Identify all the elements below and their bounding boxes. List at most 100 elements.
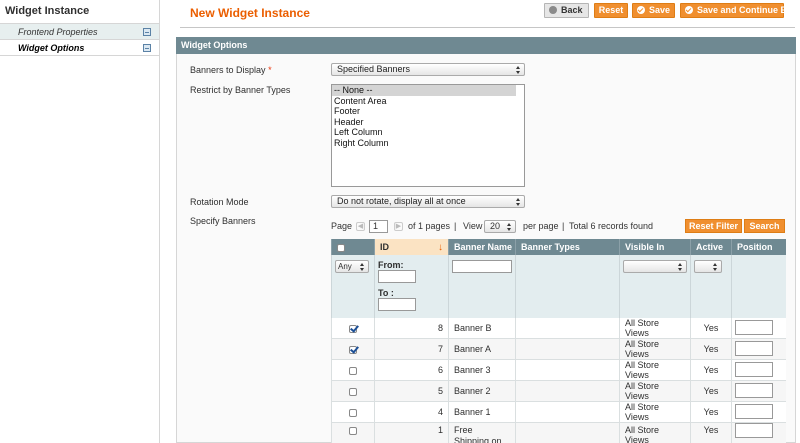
id-to-input[interactable] [378,298,416,311]
select-all-checkbox[interactable] [337,243,345,252]
specify-banners-label: Specify Banners [190,216,256,226]
row-active: Yes [690,318,732,339]
per-page-label: per page [523,221,559,231]
separator: | [562,221,565,231]
select-arrows-icon [516,66,521,74]
row-banner-name: Banner 2 [448,380,516,402]
in-products-filter-select[interactable]: Any [335,260,369,273]
banner-name-filter-input[interactable] [452,260,512,273]
check-icon [637,6,645,14]
row-checkbox[interactable] [349,324,357,333]
table-row[interactable]: 7 Banner A All Store Views Yes [331,338,786,360]
separator: | [454,221,457,231]
per-page-select[interactable]: 20 [484,220,516,233]
row-checkbox[interactable] [349,366,357,375]
row-visible-in: All Store Views [619,422,691,443]
page-input[interactable]: 1 [369,220,388,233]
row-visible-in: All Store Views [619,401,691,423]
position-input[interactable] [735,340,773,356]
row-active: Yes [690,380,732,402]
to-label: To : [378,288,394,298]
row-id: 6 [374,359,449,381]
sidebar-item-widget-options[interactable]: Widget Options [0,40,159,56]
row-banner-types [515,401,620,423]
check-icon [685,6,693,14]
multiselect-option[interactable]: Footer [332,106,524,117]
save-button[interactable]: Save [632,3,675,18]
divider [180,27,795,28]
position-input[interactable] [735,361,773,377]
visible-in-filter-select[interactable] [623,260,687,273]
row-checkbox[interactable] [349,426,357,435]
position-input[interactable] [735,319,773,335]
position-input[interactable] [735,382,773,398]
prev-page-icon[interactable]: ◀ [356,222,365,231]
row-banner-name: Banner 3 [448,359,516,381]
restrict-banner-types-label: Restrict by Banner Types [190,85,291,95]
banners-grid: ID ↓ Banner Name Banner Types Visible In … [331,239,786,443]
row-banner-name: Free Shipping on All Handbags [448,422,516,443]
back-button[interactable]: Back [544,3,589,18]
id-from-input[interactable] [378,270,416,283]
column-header-visible-in[interactable]: Visible In [619,239,691,255]
search-button[interactable]: Search [744,219,785,233]
page-label: Page [331,221,353,231]
sidebar-item-frontend-properties[interactable]: Frontend Properties [0,24,159,40]
select-arrows-icon [507,223,512,231]
save-and-continue-button[interactable]: Save and Continue Edit [680,3,798,18]
reset-filter-button[interactable]: Reset Filter [685,219,742,233]
table-row[interactable]: 5 Banner 2 All Store Views Yes [331,380,786,402]
select-arrows-icon [713,263,718,271]
table-row[interactable]: 8 Banner B All Store Views Yes [331,318,786,339]
multiselect-option[interactable]: Right Column [332,138,524,149]
back-arrow-icon [549,6,557,14]
row-checkbox[interactable] [349,408,357,417]
from-label: From: [378,260,404,270]
column-header-banner-types[interactable]: Banner Types [515,239,620,255]
page-title: New Widget Instance [190,6,310,20]
row-banner-name: Banner 1 [448,401,516,423]
multiselect-option[interactable]: Header [332,117,524,128]
select-all-header[interactable] [331,239,375,255]
table-row[interactable]: 6 Banner 3 All Store Views Yes [331,359,786,381]
position-input[interactable] [735,423,773,438]
row-id: 5 [374,380,449,402]
select-arrows-icon [678,263,683,271]
column-header-banner-name[interactable]: Banner Name [448,239,516,255]
of-pages-text: of 1 pages [408,221,451,231]
row-banner-types [515,422,620,443]
multiselect-option[interactable]: Left Column [332,127,524,138]
row-banner-types [515,338,620,360]
table-row[interactable]: 4 Banner 1 All Store Views Yes [331,401,786,423]
multiselect-option[interactable]: Content Area [332,96,524,107]
filter-row: Any From: To : [331,255,786,318]
row-active: Yes [690,338,732,360]
column-header-active[interactable]: Active [690,239,732,255]
row-id: 7 [374,338,449,360]
sidebar-title: Widget Instance [0,0,159,24]
banner-types-multiselect[interactable]: -- None -- Content Area Footer Header Le… [331,84,525,187]
row-banner-name: Banner A [448,338,516,360]
row-checkbox[interactable] [349,345,357,354]
row-checkbox[interactable] [349,387,357,396]
table-row[interactable]: 1 Free Shipping on All Handbags All Stor… [331,422,786,443]
next-page-icon[interactable]: ▶ [394,222,403,231]
rotation-mode-label: Rotation Mode [190,197,249,207]
banners-to-display-select[interactable]: Specified Banners [331,63,525,76]
row-id: 1 [374,422,449,443]
collapse-icon[interactable] [143,44,151,52]
sidebar-item-label: Widget Options [18,43,85,53]
select-arrows-icon [360,263,365,271]
sort-arrow-icon: ↓ [438,241,443,253]
rotation-mode-select[interactable]: Do not rotate, display all at once [331,195,525,208]
column-header-id[interactable]: ID ↓ [374,239,449,255]
column-header-position[interactable]: Position [731,239,786,255]
section-title: Widget Options [176,37,796,54]
active-filter-select[interactable] [694,260,722,273]
row-banner-types [515,380,620,402]
row-visible-in: All Store Views [619,338,691,360]
multiselect-option[interactable]: -- None -- [332,85,516,96]
position-input[interactable] [735,403,773,419]
reset-button[interactable]: Reset [594,3,628,18]
collapse-icon[interactable] [143,28,151,36]
